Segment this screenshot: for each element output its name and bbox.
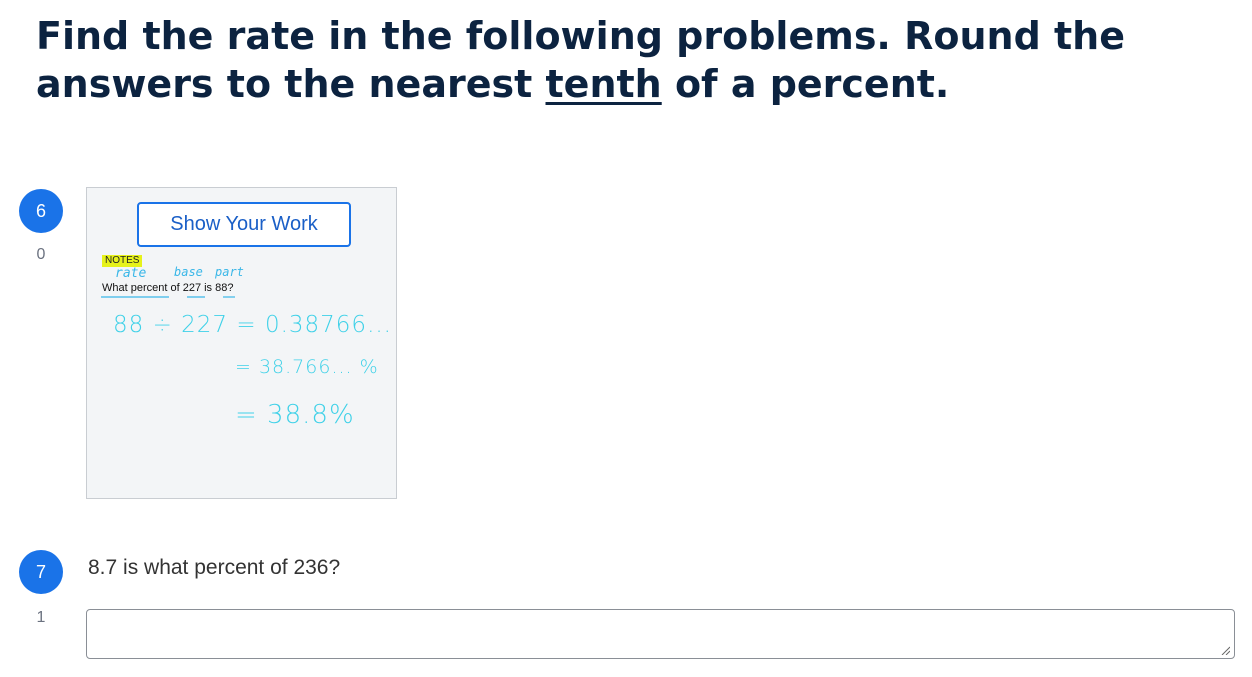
instructions-text-end: of a percent. [661,62,950,106]
instructions-underlined-word: tenth [545,62,662,106]
instructions-heading: Find the rate in the following problems.… [36,12,1226,108]
question-text: 8.7 is what percent of 236? [88,556,341,579]
work-line-1: 88 ÷ 227 = 0.38766... [113,312,392,338]
question-response-count: 0 [36,246,46,263]
work-line-2: = 38.766... % [235,356,379,378]
base-annotation: base [174,265,203,279]
question-response-count: 1 [36,609,46,626]
rate-annotation: rate [115,266,147,281]
question-number-badge: 6 [19,189,63,233]
question-number-badge: 7 [19,550,63,594]
work-question-text: What percent of 227 is 88? [102,282,234,294]
resize-handle-icon[interactable] [1220,645,1230,655]
work-line-3: = 38.8% [235,400,355,430]
answer-input[interactable] [86,609,1235,659]
show-your-work-button[interactable]: Show Your Work [137,202,351,247]
underline-marks [101,296,235,298]
show-work-panel[interactable]: Show Your Work NOTES rate base part What… [86,187,397,499]
part-annotation: part [215,265,244,279]
